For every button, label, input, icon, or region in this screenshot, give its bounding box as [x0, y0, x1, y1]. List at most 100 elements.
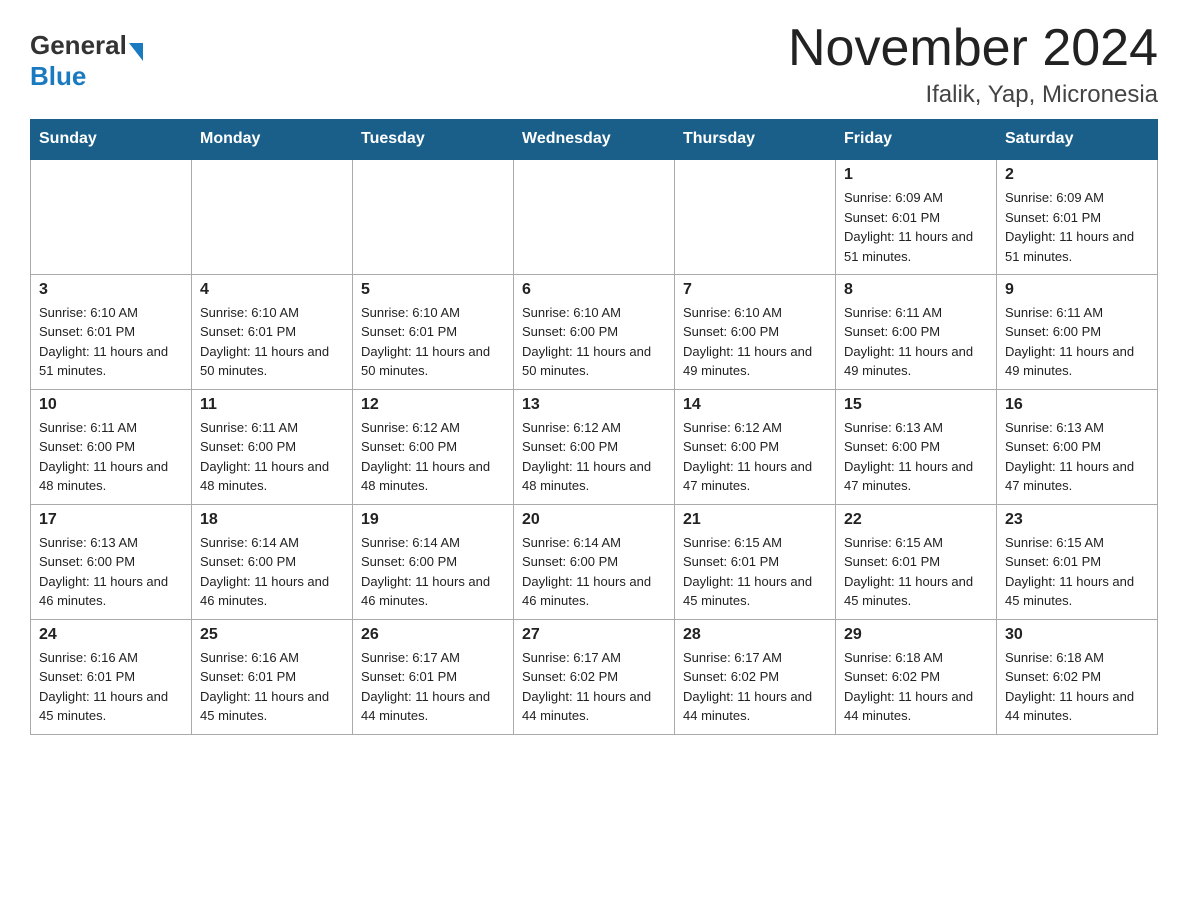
calendar-cell: 26 Sunrise: 6:17 AM Sunset: 6:01 PM Dayli…	[353, 619, 514, 734]
calendar-cell: 30 Sunrise: 6:18 AM Sunset: 6:02 PM Dayli…	[997, 619, 1158, 734]
calendar-cell	[31, 159, 192, 274]
calendar-cell: 1Sunrise: 6:09 AM Sunset: 6:01 PM Daylig…	[836, 159, 997, 274]
day-info: Sunrise: 6:10 AM Sunset: 6:00 PM Dayligh…	[683, 303, 827, 381]
day-info: Sunrise: 6:13 AM Sunset: 6:00 PM Dayligh…	[39, 533, 183, 611]
calendar-cell: 9Sunrise: 6:11 AM Sunset: 6:00 PM Daylig…	[997, 274, 1158, 389]
day-info: Sunrise: 6:09 AM Sunset: 6:01 PM Dayligh…	[1005, 188, 1149, 266]
day-info: Sunrise: 6:17 AM Sunset: 6:02 PM Dayligh…	[522, 648, 666, 726]
logo-blue: Blue	[30, 61, 86, 91]
day-number: 28	[683, 626, 827, 644]
calendar-week-row: 10 Sunrise: 6:11 AM Sunset: 6:00 PM Dayli…	[31, 389, 1158, 504]
day-info: Sunrise: 6:13 AM Sunset: 6:00 PM Dayligh…	[844, 418, 988, 496]
day-info: Sunrise: 6:10 AM Sunset: 6:01 PM Dayligh…	[39, 303, 183, 381]
calendar-week-row: 17 Sunrise: 6:13 AM Sunset: 6:00 PM Dayli…	[31, 504, 1158, 619]
calendar-cell: 15 Sunrise: 6:13 AM Sunset: 6:00 PM Dayli…	[836, 389, 997, 504]
day-info: Sunrise: 6:17 AM Sunset: 6:01 PM Dayligh…	[361, 648, 505, 726]
logo-triangle-icon	[129, 43, 143, 61]
day-info: Sunrise: 6:11 AM Sunset: 6:00 PM Dayligh…	[39, 418, 183, 496]
day-number: 30	[1005, 626, 1149, 644]
day-info: Sunrise: 6:16 AM Sunset: 6:01 PM Dayligh…	[39, 648, 183, 726]
day-info: Sunrise: 6:15 AM Sunset: 6:01 PM Dayligh…	[844, 533, 988, 611]
days-of-week-row: SundayMondayTuesdayWednesdayThursdayFrid…	[31, 120, 1158, 160]
day-info: Sunrise: 6:11 AM Sunset: 6:00 PM Dayligh…	[844, 303, 988, 381]
day-number: 5	[361, 281, 505, 299]
day-info: Sunrise: 6:11 AM Sunset: 6:00 PM Dayligh…	[200, 418, 344, 496]
day-number: 27	[522, 626, 666, 644]
calendar-cell: 10 Sunrise: 6:11 AM Sunset: 6:00 PM Dayli…	[31, 389, 192, 504]
calendar-cell: 5 Sunrise: 6:10 AM Sunset: 6:01 PM Daylig…	[353, 274, 514, 389]
day-of-week-header: Thursday	[675, 120, 836, 160]
calendar-cell: 20 Sunrise: 6:14 AM Sunset: 6:00 PM Dayli…	[514, 504, 675, 619]
calendar-cell: 22Sunrise: 6:15 AM Sunset: 6:01 PM Dayli…	[836, 504, 997, 619]
calendar-week-row: 24 Sunrise: 6:16 AM Sunset: 6:01 PM Dayli…	[31, 619, 1158, 734]
day-number: 21	[683, 511, 827, 529]
day-number: 4	[200, 281, 344, 299]
calendar-cell: 19Sunrise: 6:14 AM Sunset: 6:00 PM Dayli…	[353, 504, 514, 619]
day-number: 14	[683, 396, 827, 414]
logo: General Blue	[30, 30, 143, 92]
calendar-cell: 29Sunrise: 6:18 AM Sunset: 6:02 PM Dayli…	[836, 619, 997, 734]
day-number: 1	[844, 166, 988, 184]
day-number: 26	[361, 626, 505, 644]
calendar-cell: 3Sunrise: 6:10 AM Sunset: 6:01 PM Daylig…	[31, 274, 192, 389]
day-info: Sunrise: 6:14 AM Sunset: 6:00 PM Dayligh…	[522, 533, 666, 611]
day-of-week-header: Friday	[836, 120, 997, 160]
day-number: 7	[683, 281, 827, 299]
day-of-week-header: Tuesday	[353, 120, 514, 160]
day-number: 19	[361, 511, 505, 529]
day-of-week-header: Sunday	[31, 120, 192, 160]
day-number: 12	[361, 396, 505, 414]
calendar-cell: 17 Sunrise: 6:13 AM Sunset: 6:00 PM Dayli…	[31, 504, 192, 619]
day-info: Sunrise: 6:14 AM Sunset: 6:00 PM Dayligh…	[200, 533, 344, 611]
day-of-week-header: Monday	[192, 120, 353, 160]
day-info: Sunrise: 6:15 AM Sunset: 6:01 PM Dayligh…	[1005, 533, 1149, 611]
day-info: Sunrise: 6:16 AM Sunset: 6:01 PM Dayligh…	[200, 648, 344, 726]
title-block: November 2024 Ifalik, Yap, Micronesia	[788, 20, 1158, 109]
calendar-cell	[192, 159, 353, 274]
calendar-table: SundayMondayTuesdayWednesdayThursdayFrid…	[30, 119, 1158, 735]
calendar-cell: 7 Sunrise: 6:10 AM Sunset: 6:00 PM Daylig…	[675, 274, 836, 389]
day-number: 24	[39, 626, 183, 644]
day-info: Sunrise: 6:13 AM Sunset: 6:00 PM Dayligh…	[1005, 418, 1149, 496]
calendar-cell: 8Sunrise: 6:11 AM Sunset: 6:00 PM Daylig…	[836, 274, 997, 389]
day-number: 11	[200, 396, 344, 414]
day-number: 20	[522, 511, 666, 529]
day-info: Sunrise: 6:12 AM Sunset: 6:00 PM Dayligh…	[522, 418, 666, 496]
day-number: 15	[844, 396, 988, 414]
calendar-cell: 6 Sunrise: 6:10 AM Sunset: 6:00 PM Daylig…	[514, 274, 675, 389]
calendar-cell: 4 Sunrise: 6:10 AM Sunset: 6:01 PM Daylig…	[192, 274, 353, 389]
day-number: 16	[1005, 396, 1149, 414]
day-info: Sunrise: 6:11 AM Sunset: 6:00 PM Dayligh…	[1005, 303, 1149, 381]
day-info: Sunrise: 6:10 AM Sunset: 6:01 PM Dayligh…	[361, 303, 505, 381]
day-number: 29	[844, 626, 988, 644]
calendar-cell: 12Sunrise: 6:12 AM Sunset: 6:00 PM Dayli…	[353, 389, 514, 504]
day-number: 25	[200, 626, 344, 644]
calendar-cell: 11 Sunrise: 6:11 AM Sunset: 6:00 PM Dayli…	[192, 389, 353, 504]
calendar-cell: 2Sunrise: 6:09 AM Sunset: 6:01 PM Daylig…	[997, 159, 1158, 274]
day-number: 13	[522, 396, 666, 414]
calendar-cell: 25 Sunrise: 6:16 AM Sunset: 6:01 PM Dayli…	[192, 619, 353, 734]
day-info: Sunrise: 6:12 AM Sunset: 6:00 PM Dayligh…	[683, 418, 827, 496]
day-info: Sunrise: 6:18 AM Sunset: 6:02 PM Dayligh…	[1005, 648, 1149, 726]
page-header: General Blue November 2024 Ifalik, Yap, …	[30, 20, 1158, 109]
calendar-cell: 16 Sunrise: 6:13 AM Sunset: 6:00 PM Dayli…	[997, 389, 1158, 504]
day-info: Sunrise: 6:10 AM Sunset: 6:01 PM Dayligh…	[200, 303, 344, 381]
day-info: Sunrise: 6:15 AM Sunset: 6:01 PM Dayligh…	[683, 533, 827, 611]
calendar-header: SundayMondayTuesdayWednesdayThursdayFrid…	[31, 120, 1158, 160]
logo-general: General	[30, 30, 127, 61]
day-number: 10	[39, 396, 183, 414]
calendar-cell: 21 Sunrise: 6:15 AM Sunset: 6:01 PM Dayli…	[675, 504, 836, 619]
day-number: 6	[522, 281, 666, 299]
calendar-week-row: 1 Sunrise: 6:09 AM Sunset: 6:01 PM Daylig…	[31, 159, 1158, 274]
calendar-cell: 14 Sunrise: 6:12 AM Sunset: 6:00 PM Dayli…	[675, 389, 836, 504]
day-number: 23	[1005, 511, 1149, 529]
month-title: November 2024	[788, 20, 1158, 77]
day-of-week-header: Wednesday	[514, 120, 675, 160]
calendar-cell: 23 Sunrise: 6:15 AM Sunset: 6:01 PM Dayli…	[997, 504, 1158, 619]
calendar-body: 1 Sunrise: 6:09 AM Sunset: 6:01 PM Daylig…	[31, 159, 1158, 734]
calendar-cell	[514, 159, 675, 274]
day-info: Sunrise: 6:17 AM Sunset: 6:02 PM Dayligh…	[683, 648, 827, 726]
day-number: 17	[39, 511, 183, 529]
day-info: Sunrise: 6:10 AM Sunset: 6:00 PM Dayligh…	[522, 303, 666, 381]
day-of-week-header: Saturday	[997, 120, 1158, 160]
